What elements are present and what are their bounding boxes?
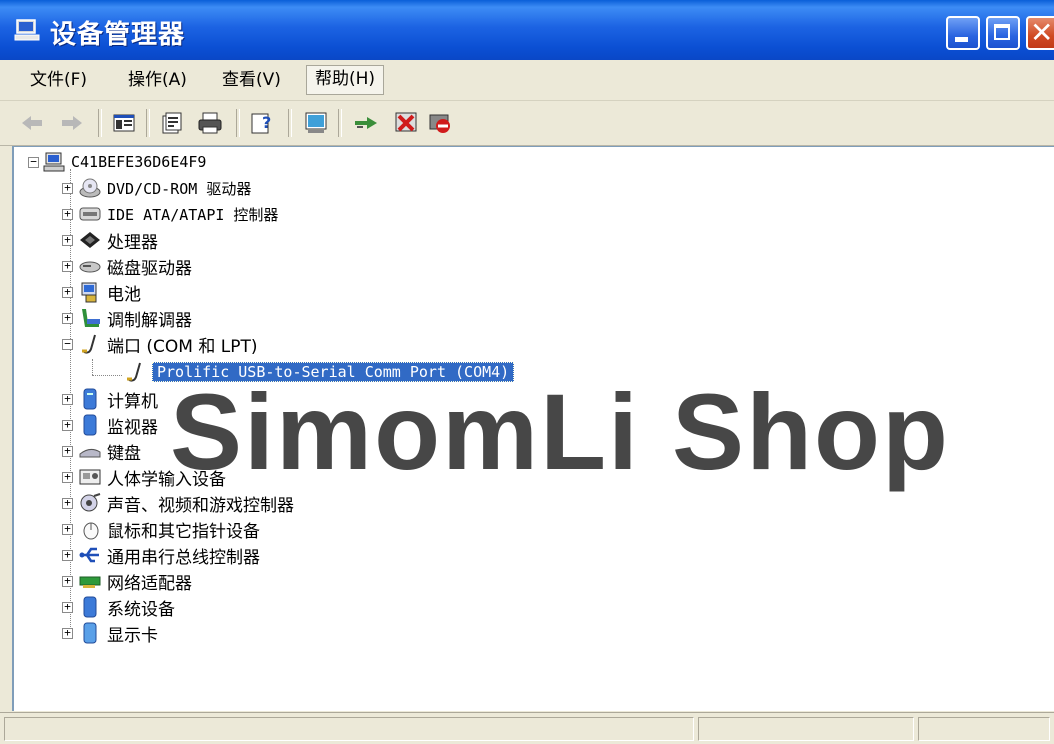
status-cell [698,717,914,741]
expand-icon[interactable]: + [62,419,73,431]
tree-item[interactable]: + 调制解调器 [62,306,192,331]
tree-item[interactable]: + 监视器 [62,413,158,438]
expand-icon[interactable]: + [62,575,73,587]
show-hide-console-tree-icon[interactable] [110,109,138,137]
collapse-icon[interactable]: − [62,338,73,350]
expand-icon[interactable]: + [62,312,73,324]
dvd-drive-icon [79,178,101,198]
tree-item[interactable]: + 显示卡 [62,621,158,646]
expand-icon[interactable]: + [62,234,73,246]
uninstall-icon[interactable] [392,109,420,137]
menu-bar: 文件(F) 操作(A) 查看(V) 帮助(H) [0,60,1054,101]
expand-icon[interactable]: + [62,627,73,639]
scan-hardware-icon[interactable] [302,109,330,137]
ide-controller-icon [79,207,101,221]
hid-icon [79,469,101,485]
display-adapter-icon [83,622,97,644]
tree-item[interactable]: + 键盘 [62,439,141,464]
tree-item[interactable]: + 系统设备 [62,595,175,620]
expand-icon[interactable]: + [62,182,73,194]
window-title: 设备管理器 [50,20,186,50]
tree-item[interactable]: + DVD/CD-ROM 驱动器 [62,176,251,200]
title-bar[interactable]: 设备管理器 ✕ [0,0,1054,60]
menu-file[interactable]: 文件(F) [22,67,95,93]
modem-icon [82,309,100,327]
update-driver-icon[interactable] [352,109,380,137]
device-manager-window: 设备管理器 ✕ 文件(F) 操作(A) 查看(V) 帮助(H) ? − C41B… [0,0,1054,744]
port-icon [127,362,141,382]
back-arrow-icon[interactable] [18,109,46,137]
print-icon[interactable] [196,109,224,137]
tree-item[interactable]: + 电池 [62,280,141,305]
forward-arrow-icon[interactable] [58,109,86,137]
collapse-icon[interactable]: − [28,156,39,168]
tree-root[interactable]: − C41BEFE36D6E4F9 [28,150,206,174]
menu-action[interactable]: 操作(A) [120,67,195,93]
tree-item[interactable]: + 处理器 [62,228,158,253]
properties-icon[interactable] [158,109,186,137]
close-icon: ✕ [1030,16,1054,49]
sound-icon [80,493,101,512]
root-label: C41BEFE36D6E4F9 [71,153,207,171]
system-device-icon [83,596,97,618]
tree-item[interactable]: + 计算机 [62,387,158,412]
expand-icon[interactable]: + [62,393,73,405]
battery-icon [81,282,97,303]
network-adapter-icon [79,576,101,588]
minimize-icon [955,37,968,42]
svg-text:?: ? [262,113,271,132]
mouse-icon [83,522,99,540]
tree-item[interactable]: + 通用串行总线控制器 [62,543,260,568]
menu-help[interactable]: 帮助(H) [306,65,385,95]
expand-icon[interactable]: + [62,549,73,561]
tree-item[interactable]: + 磁盘驱动器 [62,254,192,279]
help-icon[interactable]: ? [248,109,276,137]
status-cell [4,717,694,741]
port-icon [82,334,96,354]
expand-icon[interactable]: + [62,260,73,272]
tree-item-ports[interactable]: − 端口 (COM 和 LPT) [62,332,258,357]
menu-view[interactable]: 查看(V) [214,67,289,93]
expand-icon[interactable]: + [62,523,73,535]
computer-icon [83,388,97,410]
toolbar: ? [0,101,1054,146]
status-cell [918,717,1050,741]
expand-icon[interactable]: + [62,445,73,457]
computer-icon [43,152,65,172]
watermark: SimomLi Shop [170,371,950,492]
expand-icon[interactable]: + [62,601,73,613]
disk-drive-icon [79,261,101,273]
status-bar [0,712,1054,744]
minimize-button[interactable] [946,16,980,50]
processor-icon [80,232,100,248]
tree-item[interactable]: + 声音、视频和游戏控制器 [62,491,294,516]
expand-icon[interactable]: + [62,471,73,483]
close-button[interactable]: ✕ [1026,16,1054,50]
maximize-icon [994,24,1010,40]
monitor-icon [83,414,97,436]
maximize-button[interactable] [986,16,1020,50]
disable-icon[interactable] [426,109,454,137]
tree-item[interactable]: + IDE ATA/ATAPI 控制器 [62,202,278,226]
expand-icon[interactable]: + [62,286,73,298]
keyboard-icon [79,448,101,458]
expand-icon[interactable]: + [62,497,73,509]
expand-icon[interactable]: + [62,208,73,220]
computer-icon [14,19,40,41]
tree-item[interactable]: + 网络适配器 [62,569,192,594]
tree-item[interactable]: + 鼠标和其它指针设备 [62,517,260,542]
usb-icon [79,547,99,563]
